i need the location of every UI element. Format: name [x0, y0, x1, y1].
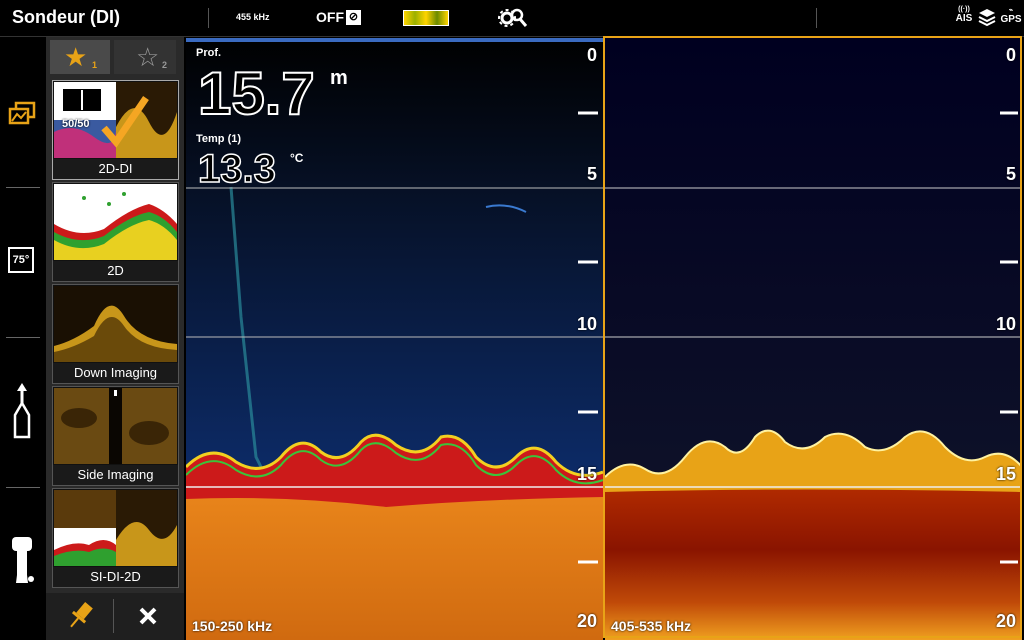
pane-frequency-label: 150-250 kHz [192, 618, 273, 634]
gps-icon[interactable]: ⌁ GPS [1000, 6, 1022, 25]
rail-divider [6, 337, 40, 338]
depth-label: Prof. [196, 47, 222, 59]
favorites-actions [46, 593, 184, 640]
thumbnail [54, 286, 177, 362]
depth-scale-0: 0 [1005, 45, 1016, 65]
divider [208, 8, 209, 28]
depth-scale-5: 5 [1005, 164, 1016, 184]
sonar-2d-image [186, 37, 603, 640]
favorite-label: SI-DI-2D [53, 567, 178, 587]
thumbnail: 50/50 [54, 82, 177, 158]
temp-label: Temp (1) [196, 133, 242, 145]
temp-unit: °C [290, 151, 304, 165]
depth-unit: m [330, 67, 348, 89]
color-palette-chip[interactable] [403, 10, 449, 26]
tab-favorites-2[interactable]: ☆ 2 [114, 40, 176, 74]
thumbnail [54, 388, 177, 464]
temp-value: 13.3 [197, 146, 276, 192]
split-badge: 50/50 [62, 118, 90, 130]
pin-icon[interactable] [50, 597, 110, 635]
favorite-item-si-di-2d[interactable]: SI-DI-2D [52, 488, 179, 588]
favorite-item-2d[interactable]: 2D [52, 182, 179, 282]
favorites-panel: ★ 1 ☆ 2 50/50 2D-DI 2D Down Imaging Side… [46, 37, 184, 640]
star-filled-icon: ★ [64, 42, 88, 72]
tab-favorites-1[interactable]: ★ 1 [50, 40, 110, 74]
favorite-item-side-imaging[interactable]: Side Imaging [52, 386, 179, 486]
outboard-motor-icon[interactable] [8, 535, 36, 587]
ais-icon[interactable]: ((·)) AIS [954, 6, 974, 24]
no-signal-icon[interactable]: ⊘ [346, 10, 361, 25]
status-off-label[interactable]: OFF [316, 9, 344, 25]
depth-scale-20: 20 [995, 611, 1016, 631]
depth-scale-15: 15 [995, 464, 1016, 484]
sonar-pane-2d[interactable]: Prof. 15.7 m Temp (1) 13.3 °C 0 5 10 15 … [186, 37, 603, 640]
page-title: Sondeur (DI) [12, 7, 120, 27]
divider [816, 8, 817, 28]
thumbnail [54, 184, 177, 260]
rail-divider [6, 487, 40, 488]
favorite-label: 2D [53, 261, 178, 281]
favorite-item-down-imaging[interactable]: Down Imaging [52, 284, 179, 384]
layers-icon[interactable] [978, 8, 996, 28]
depth-scale-20: 20 [576, 611, 597, 631]
boat-heading-icon[interactable] [8, 383, 36, 441]
favorite-item-2d-di[interactable]: 50/50 2D-DI [52, 80, 179, 180]
rail-divider [6, 187, 40, 188]
favorite-label: Side Imaging [53, 465, 178, 485]
depth-scale-10: 10 [995, 314, 1016, 334]
thumbnail [54, 490, 177, 566]
favorite-label: 2D-DI [53, 159, 178, 179]
close-icon[interactable] [118, 597, 178, 635]
sonar-pane-down-imaging[interactable]: 0 5 10 15 20 405-535 kHz [605, 37, 1022, 640]
depth-scale-5: 5 [586, 164, 597, 184]
depth-scale-10: 10 [576, 314, 597, 334]
water-temp-icon[interactable]: 75° [8, 247, 34, 273]
sonar-di-image [605, 37, 1022, 640]
settings-search-icon[interactable] [498, 7, 528, 29]
depth-value: 15.7 [197, 60, 316, 127]
gallery-icon[interactable] [8, 99, 36, 127]
star-outline-icon: ☆ [136, 42, 160, 72]
left-rail: 75° [0, 37, 44, 640]
pane-frequency-label: 405-535 kHz [611, 618, 692, 634]
favorite-label: Down Imaging [53, 363, 178, 383]
divider [113, 599, 114, 633]
depth-scale-15: 15 [576, 464, 597, 484]
top-status-bar: Sondeur (DI) 455 kHz OFF ⊘ ((·)) AIS ⌁ G… [0, 0, 1024, 37]
frequency-label[interactable]: 455 kHz [236, 12, 270, 22]
depth-scale-0: 0 [586, 45, 597, 65]
